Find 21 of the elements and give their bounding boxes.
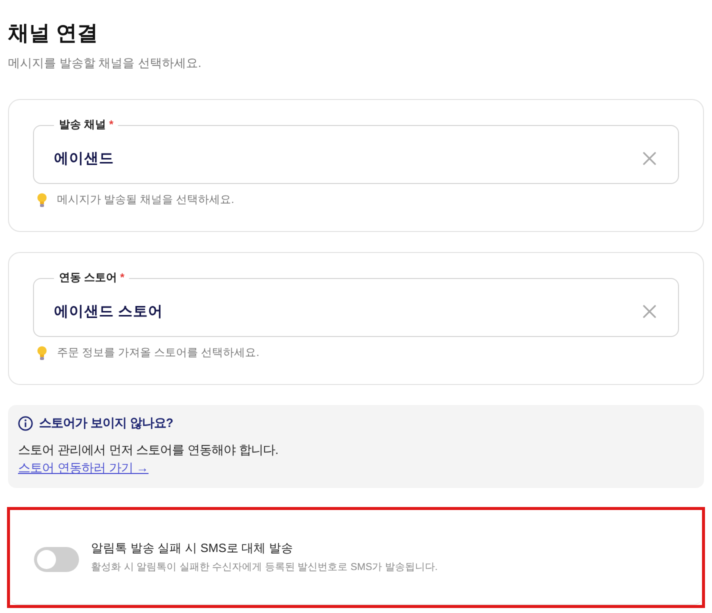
notice-text: 스토어 관리에서 먼저 스토어를 연동해야 합니다. [18, 442, 280, 459]
info-icon [18, 416, 33, 431]
select-field[interactable]: 연동 스토어 * 에이샌드 스토어 [33, 270, 679, 337]
lightbulb-icon [37, 192, 47, 206]
store-link[interactable]: 스토어 연동하러 가기 → [18, 459, 149, 477]
toggle-description: 활성화 시 알림톡이 실패한 수신자에게 등록된 발신번호로 SMS가 발송됩니다. [91, 561, 438, 574]
toggle-switch[interactable] [34, 546, 79, 572]
close-icon[interactable] [643, 152, 656, 164]
field-label: 연동 스토어 * [58, 271, 126, 286]
hint-text: 메시지가 발송될 채널을 선택하세요. [57, 193, 234, 207]
notice-title: 스토어가 보이지 않나요? [39, 415, 174, 432]
toggle-label: 알림톡 발송 실패 시 SMS로 대체 발송 [91, 540, 294, 557]
page-title: 채널 연결 [8, 21, 99, 47]
page-subtitle: 메시지를 발송할 채널을 선택하세요. [8, 55, 202, 72]
field-value: 에이샌드 스토어 [54, 302, 164, 320]
hint-text: 주문 정보를 가져올 스토어를 선택하세요. [57, 346, 260, 360]
select-field[interactable]: 발송 채널 * 에이샌드 [33, 117, 679, 184]
lightbulb-icon [37, 346, 47, 360]
field-value: 에이샌드 [54, 150, 115, 168]
close-icon[interactable] [643, 304, 656, 318]
field-label: 발송 채널 * [58, 118, 114, 133]
